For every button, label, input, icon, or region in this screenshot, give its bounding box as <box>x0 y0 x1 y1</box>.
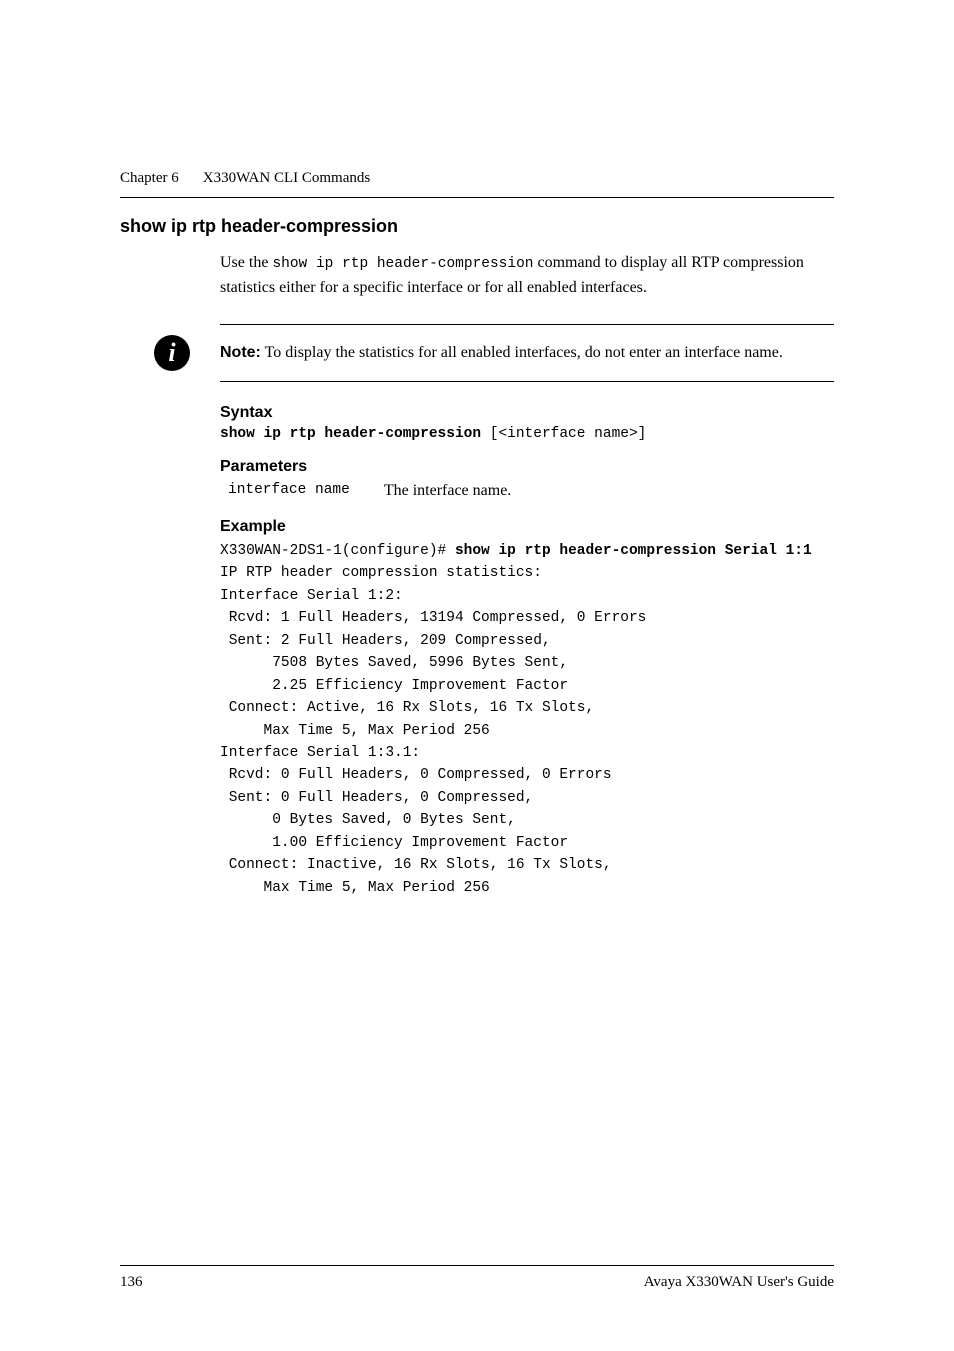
parameter-desc: The interface name. <box>384 482 511 500</box>
note-rule-bottom <box>220 381 834 382</box>
parameter-row: interface name The interface name. <box>228 482 834 500</box>
parameters-heading: Parameters <box>220 458 834 476</box>
guide-title: Avaya X330WAN User's Guide <box>644 1274 834 1291</box>
syntax-args: [<interface name>] <box>481 426 646 442</box>
example-prompt: X330WAN-2DS1-1(configure)# <box>220 543 455 559</box>
note-text: Note: To display the statistics for all … <box>220 341 783 365</box>
example-output: IP RTP header compression statistics: In… <box>220 565 646 896</box>
example-cmd: show ip rtp header-compression Serial 1:… <box>455 543 812 559</box>
note-block: i Note: To display the statistics for al… <box>220 324 834 382</box>
note-body: To display the statistics for all enable… <box>261 344 783 361</box>
syntax-cmd: show ip rtp header-compression <box>220 426 481 442</box>
syntax-line: show ip rtp header-compression [<interfa… <box>220 426 834 442</box>
page-number: 136 <box>120 1274 143 1291</box>
example-block: X330WAN-2DS1-1(configure)# show ip rtp h… <box>220 540 834 900</box>
intro-command: show ip rtp header-compression <box>272 256 533 272</box>
info-icon: i <box>154 335 190 371</box>
chapter-title: X330WAN CLI Commands <box>203 170 371 187</box>
syntax-heading: Syntax <box>220 404 834 422</box>
section-title: show ip rtp header-compression <box>120 216 834 237</box>
page-header: Chapter 6 X330WAN CLI Commands <box>120 170 834 198</box>
example-heading: Example <box>220 518 834 536</box>
intro-prefix: Use the <box>220 254 272 271</box>
parameter-name: interface name <box>228 482 350 500</box>
note-label: Note: <box>220 344 261 361</box>
section-intro: Use the show ip rtp header-compression c… <box>220 251 834 300</box>
page-footer: 136 Avaya X330WAN User's Guide <box>120 1265 834 1291</box>
chapter-label: Chapter 6 <box>120 170 179 187</box>
